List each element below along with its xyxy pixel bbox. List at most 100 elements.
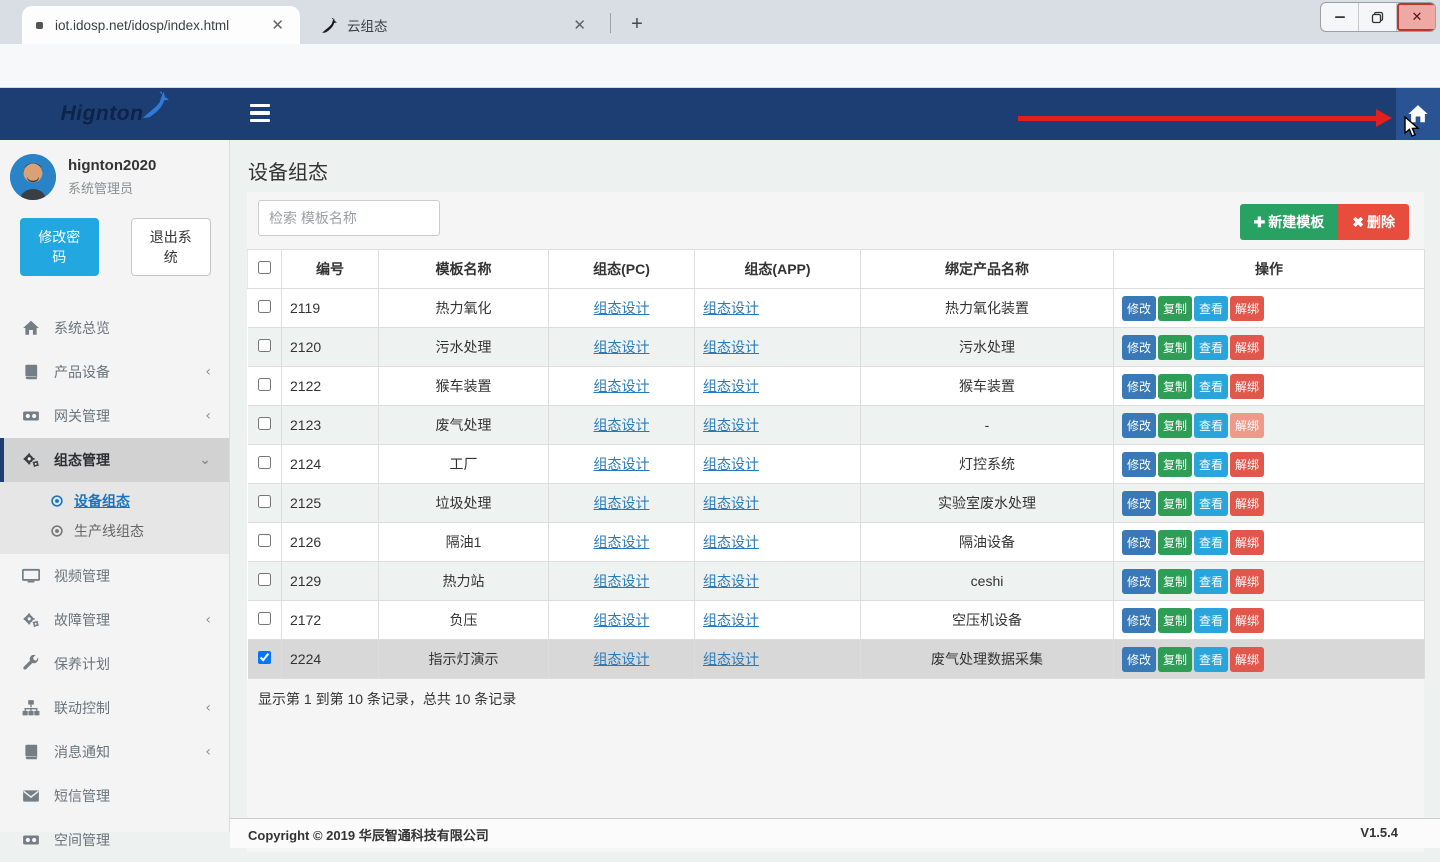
view-button[interactable]: 查看 (1194, 647, 1228, 672)
tab-close-icon[interactable]: ✕ (567, 14, 592, 36)
sidebar-item-7[interactable]: 联动控制‹ (0, 686, 229, 730)
pc-design-link[interactable]: 组态设计 (594, 456, 650, 472)
submenu-item-0[interactable]: 设备组态 (0, 486, 229, 516)
edit-button[interactable]: 修改 (1122, 335, 1156, 360)
pc-design-link[interactable]: 组态设计 (594, 300, 650, 316)
table-row[interactable]: 2124工厂组态设计组态设计灯控系统修改复制查看解绑 (248, 445, 1425, 484)
pc-design-link[interactable]: 组态设计 (594, 534, 650, 550)
app-design-link[interactable]: 组态设计 (703, 612, 759, 628)
table-row[interactable]: 2120污水处理组态设计组态设计污水处理修改复制查看解绑 (248, 328, 1425, 367)
app-design-link[interactable]: 组态设计 (703, 573, 759, 589)
create-template-button[interactable]: ✚新建模板 (1240, 204, 1339, 240)
unbind-button[interactable]: 解绑 (1230, 374, 1264, 399)
unbind-button[interactable]: 解绑 (1230, 608, 1264, 633)
new-tab-button[interactable]: + (622, 10, 652, 40)
view-button[interactable]: 查看 (1194, 569, 1228, 594)
copy-button[interactable]: 复制 (1158, 647, 1192, 672)
pc-design-link[interactable]: 组态设计 (594, 417, 650, 433)
edit-button[interactable]: 修改 (1122, 374, 1156, 399)
row-checkbox[interactable] (258, 495, 271, 508)
app-design-link[interactable]: 组态设计 (703, 651, 759, 667)
view-button[interactable]: 查看 (1194, 413, 1228, 438)
edit-button[interactable]: 修改 (1122, 569, 1156, 594)
pc-design-link[interactable]: 组态设计 (594, 573, 650, 589)
view-button[interactable]: 查看 (1194, 491, 1228, 516)
search-input[interactable] (258, 200, 440, 236)
pc-design-link[interactable]: 组态设计 (594, 495, 650, 511)
copy-button[interactable]: 复制 (1158, 569, 1192, 594)
row-checkbox[interactable] (258, 456, 271, 469)
copy-button[interactable]: 复制 (1158, 530, 1192, 555)
view-button[interactable]: 查看 (1194, 335, 1228, 360)
view-button[interactable]: 查看 (1194, 530, 1228, 555)
row-checkbox[interactable] (258, 417, 271, 430)
table-row[interactable]: 2125垃圾处理组态设计组态设计实验室废水处理修改复制查看解绑 (248, 484, 1425, 523)
table-row[interactable]: 2123废气处理组态设计组态设计-修改复制查看解绑 (248, 406, 1425, 445)
copy-button[interactable]: 复制 (1158, 296, 1192, 321)
pc-design-link[interactable]: 组态设计 (594, 612, 650, 628)
browser-tab-cloud[interactable]: 云组态 ✕ (310, 6, 602, 44)
window-restore-button[interactable] (1359, 3, 1397, 31)
copy-button[interactable]: 复制 (1158, 335, 1192, 360)
sidebar-item-4[interactable]: 视频管理 (0, 554, 229, 598)
sidebar-item-3[interactable]: 组态管理⌄ (0, 438, 229, 482)
edit-button[interactable]: 修改 (1122, 491, 1156, 516)
view-button[interactable]: 查看 (1194, 608, 1228, 633)
view-button[interactable]: 查看 (1194, 374, 1228, 399)
sidebar-item-2[interactable]: 网关管理‹ (0, 394, 229, 438)
copy-button[interactable]: 复制 (1158, 491, 1192, 516)
copy-button[interactable]: 复制 (1158, 608, 1192, 633)
unbind-button[interactable]: 解绑 (1230, 647, 1264, 672)
app-design-link[interactable]: 组态设计 (703, 417, 759, 433)
table-row[interactable]: 2126隔油1组态设计组态设计隔油设备修改复制查看解绑 (248, 523, 1425, 562)
sidebar-item-5[interactable]: 故障管理‹ (0, 598, 229, 642)
sidebar-item-9[interactable]: 短信管理 (0, 774, 229, 818)
table-row[interactable]: 2172负压组态设计组态设计空压机设备修改复制查看解绑 (248, 601, 1425, 640)
edit-button[interactable]: 修改 (1122, 647, 1156, 672)
table-row[interactable]: 2224指示灯演示组态设计组态设计废气处理数据采集修改复制查看解绑 (248, 640, 1425, 679)
copy-button[interactable]: 复制 (1158, 452, 1192, 477)
edit-button[interactable]: 修改 (1122, 452, 1156, 477)
app-design-link[interactable]: 组态设计 (703, 456, 759, 472)
sidebar-item-0[interactable]: 系统总览 (0, 306, 229, 350)
row-checkbox[interactable] (258, 300, 271, 313)
edit-button[interactable]: 修改 (1122, 608, 1156, 633)
tab-close-icon[interactable]: ✕ (265, 14, 290, 36)
unbind-button[interactable]: 解绑 (1230, 413, 1264, 438)
sidebar-item-8[interactable]: 消息通知‹ (0, 730, 229, 774)
unbind-button[interactable]: 解绑 (1230, 569, 1264, 594)
app-design-link[interactable]: 组态设计 (703, 378, 759, 394)
edit-button[interactable]: 修改 (1122, 413, 1156, 438)
sidebar-item-10[interactable]: 空间管理 (0, 818, 229, 862)
window-minimize-button[interactable] (1321, 3, 1359, 31)
app-design-link[interactable]: 组态设计 (703, 534, 759, 550)
submenu-item-1[interactable]: 生产线组态 (0, 516, 229, 546)
app-design-link[interactable]: 组态设计 (703, 339, 759, 355)
sidebar-item-1[interactable]: 产品设备‹ (0, 350, 229, 394)
unbind-button[interactable]: 解绑 (1230, 491, 1264, 516)
unbind-button[interactable]: 解绑 (1230, 530, 1264, 555)
pc-design-link[interactable]: 组态设计 (594, 339, 650, 355)
browser-tab-current[interactable]: iot.idosp.net/idosp/index.html ✕ (22, 6, 300, 44)
view-button[interactable]: 查看 (1194, 296, 1228, 321)
row-checkbox[interactable] (258, 612, 271, 625)
edit-button[interactable]: 修改 (1122, 530, 1156, 555)
app-design-link[interactable]: 组态设计 (703, 300, 759, 316)
delete-button[interactable]: ✖删除 (1338, 204, 1409, 240)
pc-design-link[interactable]: 组态设计 (594, 378, 650, 394)
select-all-checkbox[interactable] (258, 261, 271, 274)
table-row[interactable]: 2129热力站组态设计组态设计ceshi修改复制查看解绑 (248, 562, 1425, 601)
unbind-button[interactable]: 解绑 (1230, 335, 1264, 360)
table-row[interactable]: 2122猴车装置组态设计组态设计猴车装置修改复制查看解绑 (248, 367, 1425, 406)
sidebar-toggle-icon[interactable] (250, 104, 270, 122)
logout-button[interactable]: 退出系统 (131, 218, 212, 276)
row-checkbox[interactable] (258, 534, 271, 547)
unbind-button[interactable]: 解绑 (1230, 452, 1264, 477)
view-button[interactable]: 查看 (1194, 452, 1228, 477)
pc-design-link[interactable]: 组态设计 (594, 651, 650, 667)
row-checkbox[interactable] (258, 378, 271, 391)
copy-button[interactable]: 复制 (1158, 374, 1192, 399)
unbind-button[interactable]: 解绑 (1230, 296, 1264, 321)
row-checkbox[interactable] (258, 573, 271, 586)
change-password-button[interactable]: 修改密码 (20, 218, 99, 276)
